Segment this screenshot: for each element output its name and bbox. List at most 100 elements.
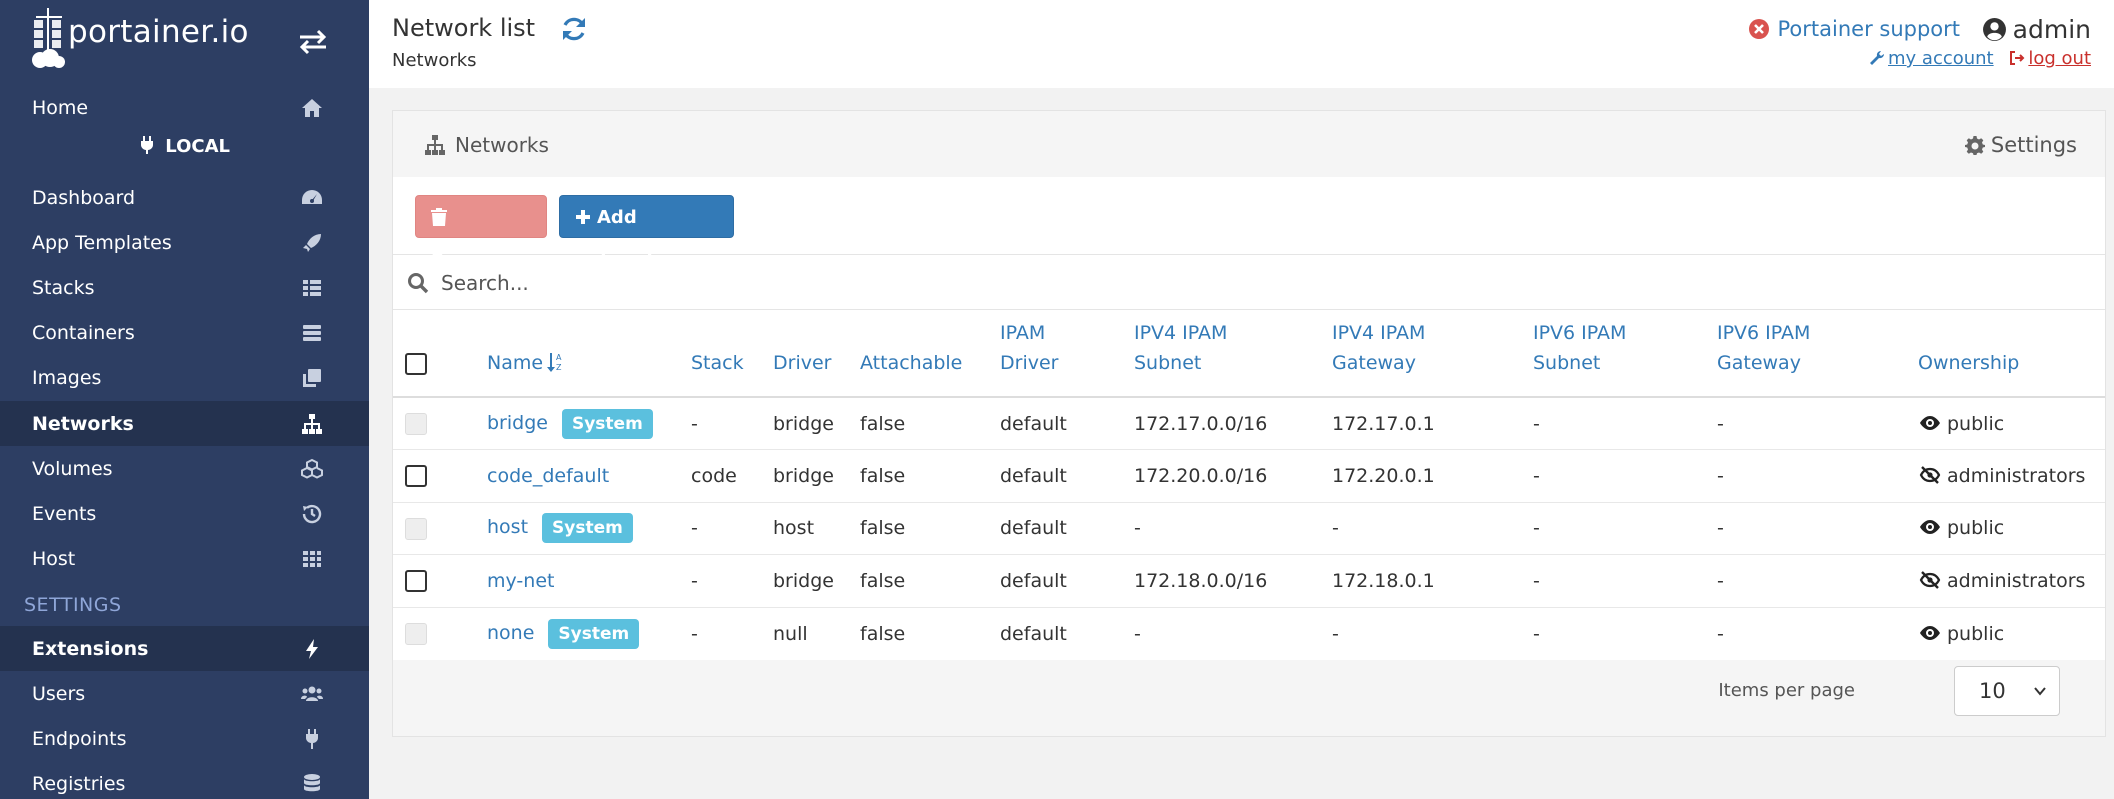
sidebar-item-events[interactable]: Events (0, 491, 369, 536)
ownership-cell: administrators (1918, 449, 2105, 503)
portainer-logo-icon (32, 8, 65, 68)
row-checkbox (405, 412, 427, 435)
ownership-label: administrators (1947, 570, 2086, 593)
ownership-label: public (1947, 622, 2005, 645)
sidebar-item-extensions[interactable]: Extensions (0, 626, 369, 671)
ipv4-gateway-cell: 172.20.0.1 (1332, 449, 1533, 503)
column-header-attachable[interactable]: Attachable (860, 310, 1000, 398)
sidebar-item-containers[interactable]: Containers (0, 310, 369, 355)
users-icon (301, 686, 323, 701)
column-label: Gateway (1717, 352, 1801, 374)
column-header-ipv6-subnet[interactable]: IPV6 IPAM Subnet (1533, 310, 1717, 398)
stack-cell: - (691, 554, 773, 608)
sort-alpha-icon: AZ (547, 353, 562, 372)
refresh-icon[interactable] (559, 14, 589, 44)
sidebar-item-registries[interactable]: Registries (0, 761, 369, 799)
trash-icon (431, 208, 447, 226)
items-per-page-value: 10 (1979, 679, 2006, 703)
column-label: Gateway (1332, 352, 1416, 374)
add-network-button[interactable]: Add network (559, 195, 734, 271)
sidebar-item-volumes[interactable]: Volumes (0, 446, 369, 491)
search-input[interactable] (441, 265, 2041, 301)
driver-cell: bridge (773, 397, 860, 451)
sidebar-item-endpoints[interactable]: Endpoints (0, 716, 369, 761)
row-checkbox[interactable] (405, 570, 427, 593)
user-menu: admin (1982, 15, 2091, 44)
column-header-ipv4-subnet[interactable]: IPV4 IPAM Subnet (1134, 310, 1332, 398)
column-header-driver[interactable]: Driver (773, 310, 860, 398)
search-icon (408, 273, 429, 294)
brand[interactable]: portainer.io (0, 0, 369, 82)
sidebar-item-label: Extensions (32, 637, 149, 660)
column-label: Stack (691, 352, 744, 374)
sidebar-item-images[interactable]: Images (0, 355, 369, 400)
column-header-name[interactable]: Name A Z (487, 310, 691, 398)
gear-icon (1964, 136, 1985, 155)
table-row: host System - host false default - - - - … (393, 502, 2105, 556)
sign-out-icon (2010, 51, 2025, 65)
table-footer: Items per page 10 (393, 646, 2105, 736)
sidebar-item-host[interactable]: Host (0, 536, 369, 581)
my-account-link[interactable]: my account (1869, 48, 1994, 69)
account-links: my account log out (1869, 48, 2091, 69)
row-checkbox (405, 623, 427, 646)
support-icon (1748, 19, 1769, 39)
sidebar-item-home[interactable]: Home (0, 85, 369, 130)
network-name-link[interactable]: host (487, 516, 528, 538)
settings-heading: SETTINGS (24, 594, 122, 616)
ipv6-subnet-cell: - (1533, 397, 1717, 451)
endpoint-label: LOCAL (0, 136, 369, 172)
row-checkbox[interactable] (405, 465, 427, 488)
driver-cell: bridge (773, 554, 860, 608)
log-out-link[interactable]: log out (2009, 48, 2091, 69)
sidebar-item-label: Registries (32, 772, 126, 795)
column-header-ipam-driver[interactable]: IPAM Driver (1000, 310, 1134, 398)
ipv4-subnet-cell: 172.20.0.0/16 (1134, 449, 1332, 503)
column-label: IPV4 IPAM (1134, 322, 1228, 344)
sidebar-item-stacks[interactable]: Stacks (0, 265, 369, 310)
sitemap-icon (302, 413, 322, 434)
column-header-ipv6-gateway[interactable]: IPV6 IPAM Gateway (1717, 310, 1918, 398)
column-label: Attachable (860, 352, 963, 374)
items-per-page-label: Items per page (1718, 680, 1855, 701)
database-icon (304, 773, 320, 791)
table-row: bridge System - bridge false default 172.… (393, 397, 2105, 451)
eye-icon (1920, 520, 1940, 535)
row-checkbox (405, 517, 427, 540)
swap-arrows-icon[interactable] (296, 28, 330, 56)
column-header-ownership[interactable]: Ownership (1918, 310, 2105, 398)
plus-icon (576, 210, 590, 224)
wrench-icon (1870, 50, 1885, 65)
network-name-link[interactable]: none (487, 622, 534, 644)
stack-cell: - (691, 397, 773, 451)
svg-text:A: A (556, 353, 562, 362)
network-name-link[interactable]: bridge (487, 412, 548, 434)
plug-icon (140, 136, 153, 154)
th-icon (303, 550, 321, 567)
name-cell: host System (487, 502, 691, 556)
network-name-link[interactable]: my-net (487, 570, 554, 592)
sidebar-item-app-templates[interactable]: App Templates (0, 220, 369, 265)
column-header-ipv4-gateway[interactable]: IPV4 IPAM Gateway (1332, 310, 1533, 398)
column-header-stack[interactable]: Stack (691, 310, 773, 398)
network-name-link[interactable]: code_default (487, 465, 609, 487)
attachable-cell: false (860, 554, 1000, 608)
column-label: IPV4 IPAM (1332, 322, 1426, 344)
attachable-cell: false (860, 397, 1000, 451)
items-per-page-select[interactable]: 10 (1954, 666, 2060, 716)
remove-button[interactable]: Remove (415, 195, 547, 271)
column-label: Name (487, 352, 544, 374)
settings-button[interactable]: Settings (1964, 133, 2077, 157)
ipv6-gateway-cell: - (1717, 449, 1918, 503)
sidebar: portainer.io Home LOCAL Dashboard App Te… (0, 0, 369, 799)
sidebar-item-users[interactable]: Users (0, 671, 369, 716)
ownership-label: administrators (1947, 464, 2086, 487)
sidebar-item-dashboard[interactable]: Dashboard (0, 175, 369, 220)
select-all-checkbox[interactable] (405, 352, 427, 375)
ipam-driver-cell: default (1000, 502, 1134, 556)
sidebar-item-label: Images (32, 366, 102, 389)
sidebar-item-networks[interactable]: Networks (0, 401, 369, 446)
sidebar-item-label: Endpoints (32, 727, 127, 750)
portainer-support-link[interactable]: Portainer support (1748, 17, 1960, 41)
stack-cell: code (691, 449, 773, 503)
